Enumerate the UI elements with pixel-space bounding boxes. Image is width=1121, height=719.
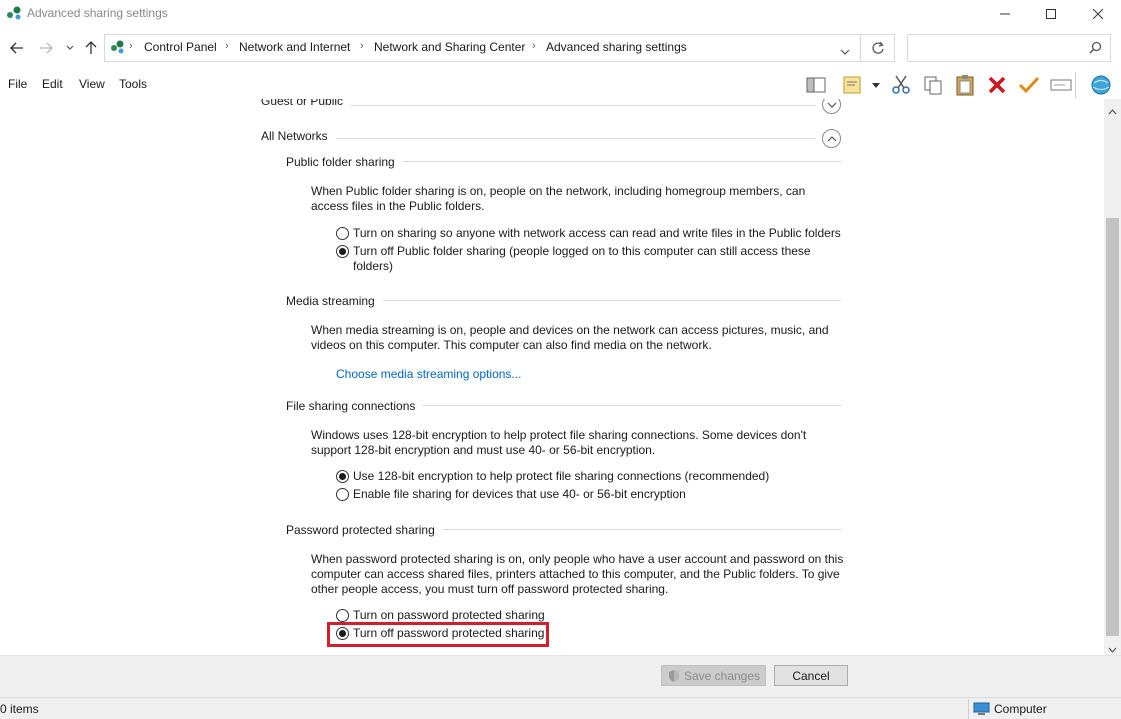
minimize-button[interactable] bbox=[982, 0, 1028, 27]
section-divider bbox=[422, 405, 841, 406]
properties-icon[interactable] bbox=[838, 72, 866, 98]
menu-view[interactable]: View bbox=[79, 77, 105, 91]
password-sharing-heading: Password protected sharing bbox=[286, 523, 443, 537]
maximize-button[interactable] bbox=[1028, 0, 1074, 27]
check-icon[interactable] bbox=[1015, 72, 1043, 98]
save-changes-button[interactable]: Save changes bbox=[661, 665, 766, 686]
status-divider bbox=[968, 699, 969, 719]
close-button[interactable] bbox=[1075, 0, 1121, 27]
address-dropdown-icon[interactable] bbox=[840, 44, 850, 58]
recent-locations-dropdown[interactable] bbox=[60, 38, 80, 58]
public-folder-description: When Public folder sharing is on, people… bbox=[311, 184, 806, 213]
delete-icon[interactable] bbox=[983, 72, 1011, 98]
menu-tools[interactable]: Tools bbox=[119, 77, 147, 91]
encryption-40-56-option[interactable]: Enable file sharing for devices that use… bbox=[336, 487, 686, 502]
file-sharing-heading: File sharing connections bbox=[286, 399, 424, 413]
expand-chevron-icon[interactable] bbox=[822, 99, 841, 114]
forward-button[interactable] bbox=[36, 38, 56, 58]
globe-icon[interactable] bbox=[1087, 72, 1115, 98]
cancel-button[interactable]: Cancel bbox=[774, 665, 848, 686]
breadcrumb-network-and-sharing-center[interactable]: Network and Sharing Center bbox=[374, 40, 525, 54]
window-title: Advanced sharing settings bbox=[27, 6, 168, 20]
radio-button[interactable] bbox=[336, 227, 349, 240]
section-divider bbox=[330, 138, 815, 139]
breadcrumb-separator: › bbox=[532, 40, 536, 52]
location-label: Computer bbox=[994, 702, 1047, 716]
section-divider bbox=[400, 161, 841, 162]
layout-pane-icon[interactable] bbox=[802, 72, 830, 98]
search-icon[interactable] bbox=[1089, 41, 1102, 57]
radio-button[interactable] bbox=[336, 488, 349, 501]
collapse-chevron-icon[interactable] bbox=[822, 129, 841, 148]
cut-icon[interactable] bbox=[887, 72, 915, 98]
radio-button[interactable] bbox=[336, 609, 349, 622]
public-folder-off-option[interactable]: Turn off Public folder sharing (people l… bbox=[336, 244, 811, 274]
rename-icon[interactable] bbox=[1047, 72, 1075, 98]
media-streaming-heading: Media streaming bbox=[286, 294, 383, 308]
scroll-down-icon[interactable] bbox=[1108, 642, 1117, 656]
section-divider bbox=[345, 105, 815, 106]
section-guest-or-public[interactable]: Guest or Public bbox=[261, 99, 352, 108]
section-all-networks[interactable]: All Networks bbox=[261, 129, 336, 143]
public-folder-on-option[interactable]: Turn on sharing so anyone with network a… bbox=[336, 226, 841, 241]
status-bar bbox=[0, 697, 1121, 719]
radio-button[interactable] bbox=[336, 245, 349, 258]
refresh-button[interactable] bbox=[861, 34, 895, 62]
properties-dropdown-icon[interactable] bbox=[867, 72, 885, 98]
computer-icon bbox=[973, 702, 990, 719]
breadcrumb-network-and-internet[interactable]: Network and Internet bbox=[239, 40, 350, 54]
breadcrumb-control-panel[interactable]: Control Panel bbox=[144, 40, 217, 54]
breadcrumb-advanced-sharing-settings[interactable]: Advanced sharing settings bbox=[546, 40, 687, 54]
password-sharing-description: When password protected sharing is on, o… bbox=[311, 552, 844, 596]
search-input[interactable] bbox=[907, 34, 1111, 62]
section-divider bbox=[383, 300, 841, 301]
title-bar bbox=[0, 0, 1121, 27]
public-folder-sharing-heading: Public folder sharing bbox=[286, 155, 403, 169]
breadcrumb-separator: › bbox=[225, 40, 229, 52]
control-panel-icon bbox=[110, 39, 126, 58]
scroll-up-icon[interactable] bbox=[1108, 104, 1117, 118]
highlight-box bbox=[327, 622, 549, 647]
copy-icon[interactable] bbox=[919, 72, 947, 98]
radio-button[interactable] bbox=[336, 470, 349, 483]
breadcrumb-separator: › bbox=[360, 40, 364, 52]
item-count: 0 items bbox=[0, 702, 39, 716]
network-icon bbox=[6, 5, 22, 21]
file-sharing-description: Windows uses 128-bit encryption to help … bbox=[311, 428, 807, 457]
media-streaming-options-link[interactable]: Choose media streaming options... bbox=[336, 367, 521, 381]
button-bar bbox=[0, 655, 1121, 697]
menu-edit[interactable]: Edit bbox=[42, 77, 63, 91]
scrollbar-thumb[interactable] bbox=[1106, 218, 1119, 636]
menu-file[interactable]: File bbox=[8, 77, 27, 91]
section-divider bbox=[440, 529, 841, 530]
encryption-128-option[interactable]: Use 128-bit encryption to help protect f… bbox=[336, 469, 769, 484]
toolbar-divider bbox=[1075, 72, 1076, 98]
password-sharing-on-option[interactable]: Turn on password protected sharing bbox=[336, 608, 545, 623]
shield-icon bbox=[668, 669, 679, 682]
back-button[interactable] bbox=[7, 38, 27, 58]
media-streaming-description: When media streaming is on, people and d… bbox=[311, 323, 829, 352]
up-button[interactable] bbox=[81, 38, 101, 58]
breadcrumb-separator: › bbox=[129, 40, 133, 52]
paste-icon[interactable] bbox=[951, 72, 979, 98]
settings-content: Guest or Public All Networks Public fold… bbox=[0, 99, 1104, 655]
